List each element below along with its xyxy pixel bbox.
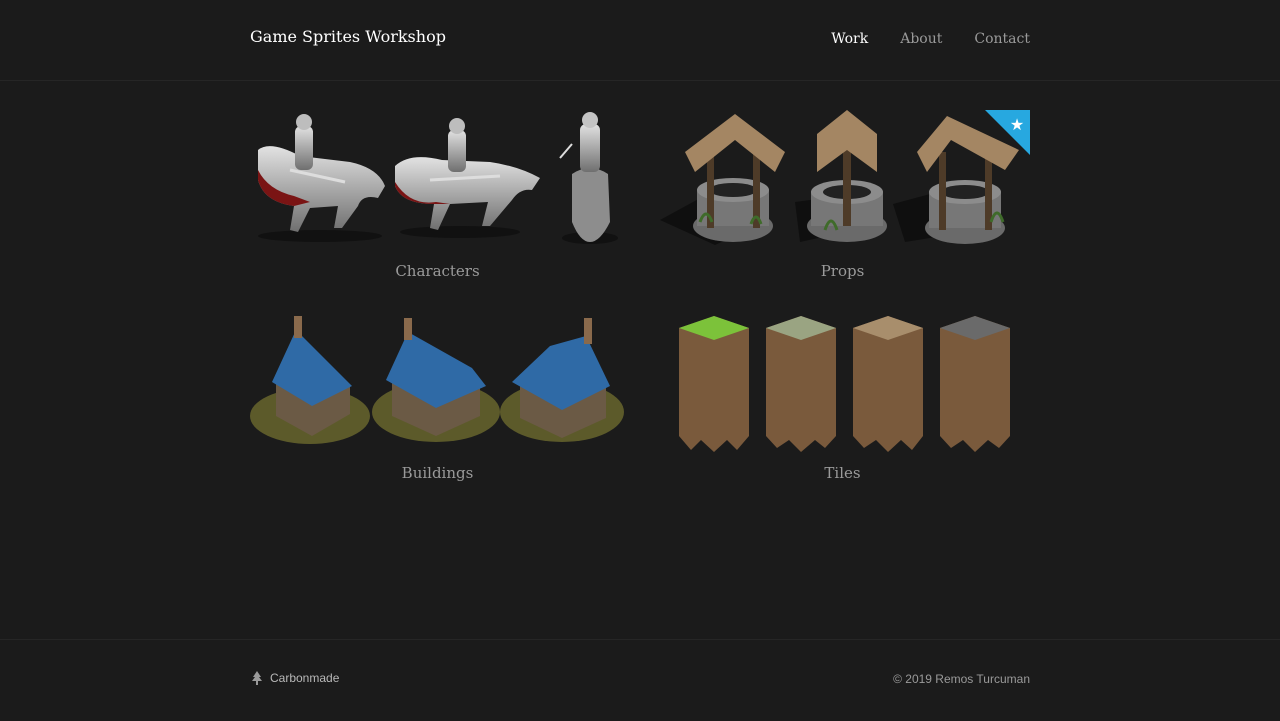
site-title[interactable]: Game Sprites Workshop	[250, 27, 446, 46]
project-props[interactable]: ★ Props	[655, 110, 1030, 280]
tile-gravel	[853, 316, 923, 452]
nav-contact[interactable]: Contact	[974, 31, 1030, 47]
nav-work[interactable]: Work	[831, 31, 868, 47]
house-sprite-2	[372, 318, 500, 442]
knight-sprite-1	[258, 114, 385, 242]
project-label: Buildings	[401, 464, 474, 482]
brand-label: Carbonmade	[270, 671, 340, 685]
tree-icon	[252, 671, 262, 685]
project-tiles[interactable]: Tiles	[655, 312, 1030, 482]
project-buildings[interactable]: Buildings	[250, 312, 625, 482]
well-sprite-1	[660, 114, 785, 245]
site-footer: Carbonmade © 2019 Remos Turcuman	[0, 639, 1280, 721]
project-label: Tiles	[824, 464, 861, 482]
project-label: Props	[820, 262, 865, 280]
tile-stone	[940, 316, 1010, 452]
nav-about[interactable]: About	[900, 31, 942, 47]
well-sprite-2	[795, 110, 887, 242]
main-nav: Work About Contact	[831, 31, 1030, 47]
copyright-text: © 2019 Remos Turcuman	[893, 672, 1030, 686]
house-sprite-3	[500, 318, 624, 442]
buildings-thumbnail	[250, 316, 624, 444]
site-header: Game Sprites Workshop Work About Contact	[0, 0, 1280, 81]
tile-rocky-grass	[766, 316, 836, 452]
svg-text:★: ★	[1010, 115, 1024, 134]
characters-thumbnail	[258, 112, 618, 244]
project-label: Characters	[395, 262, 480, 280]
well-sprite-3	[893, 116, 1019, 244]
house-sprite-1	[250, 316, 370, 444]
project-characters[interactable]: Characters	[250, 110, 625, 280]
carbonmade-link[interactable]: Carbonmade	[252, 671, 339, 685]
knight-sprite-2	[395, 118, 540, 238]
tiles-thumbnail	[679, 316, 1010, 452]
knight-sprite-3	[559, 112, 618, 244]
tile-grass	[679, 316, 749, 452]
props-thumbnail: ★	[660, 110, 1030, 245]
